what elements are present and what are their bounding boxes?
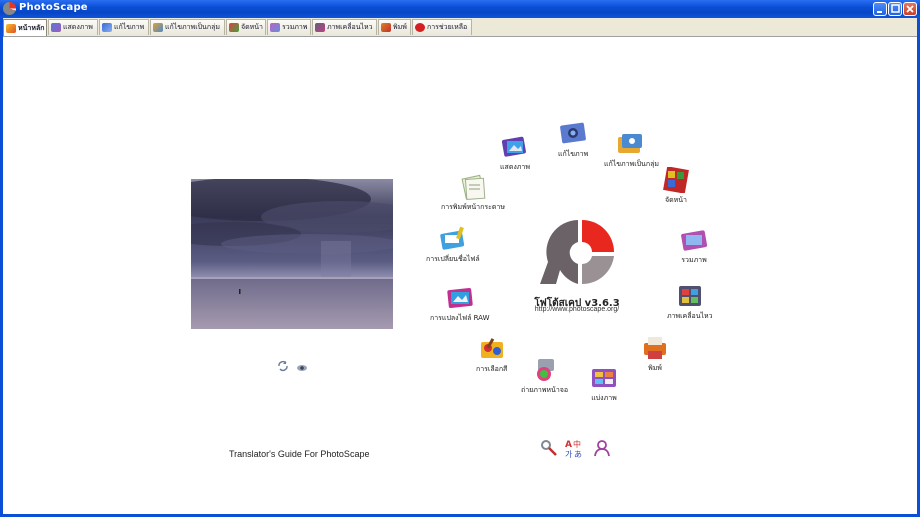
menu-label: แสดงภาพ bbox=[500, 163, 530, 171]
batch-editor-tab-icon bbox=[153, 23, 163, 32]
tab-bar: หน้าหลัก แสดงภาพ แก้ไขภาพ แก้ไขภาพเป็นกล… bbox=[3, 18, 917, 37]
menu-splitter[interactable]: แบ่งภาพ bbox=[589, 365, 619, 404]
tab-viewer[interactable]: แสดงภาพ bbox=[48, 19, 98, 35]
featured-photo bbox=[191, 179, 393, 329]
print-tab-icon bbox=[381, 23, 391, 32]
svg-text:中: 中 bbox=[573, 439, 581, 449]
help-tab-icon bbox=[415, 23, 425, 32]
menu-label: แบ่งภาพ bbox=[591, 394, 617, 402]
home-panel bbox=[3, 37, 917, 514]
tab-editor[interactable]: แก้ไขภาพ bbox=[99, 19, 149, 35]
tab-label: จัดหน้า bbox=[241, 23, 263, 31]
editor-tab-icon bbox=[102, 23, 112, 32]
menu-print[interactable]: พิมพ์ bbox=[640, 335, 670, 374]
window-title: PhotoScape bbox=[19, 2, 88, 13]
menu-label: การเลือกสี bbox=[476, 365, 508, 373]
home-tab-icon bbox=[6, 23, 16, 33]
tab-label: รวมภาพ bbox=[282, 23, 308, 31]
tab-home[interactable]: หน้าหลัก bbox=[3, 19, 47, 36]
rename-icon bbox=[438, 226, 468, 252]
combine-icon bbox=[679, 227, 709, 253]
splitter-icon bbox=[589, 365, 619, 391]
animated-gif-tab-icon bbox=[315, 23, 325, 32]
svg-text:あ: あ bbox=[574, 450, 582, 458]
view-photo-icon[interactable] bbox=[296, 358, 308, 377]
menu-label: จัดหน้า bbox=[665, 196, 687, 204]
batch-editor-icon bbox=[616, 131, 646, 157]
menu-label: การแปลงไฟล์ RAW bbox=[430, 314, 490, 322]
title-bar: PhotoScape bbox=[0, 0, 920, 18]
menu-label: แก้ไขภาพเป็นกลุ่ม bbox=[604, 160, 659, 168]
viewer-tab-icon bbox=[51, 23, 61, 32]
page-icon bbox=[661, 166, 691, 194]
tab-help[interactable]: การช่วยเหลือ bbox=[412, 19, 472, 35]
menu-editor[interactable]: แก้ไขภาพ bbox=[558, 121, 588, 160]
menu-label: ถ่ายภาพหน้าจอ bbox=[521, 386, 569, 394]
tab-print[interactable]: พิมพ์ bbox=[378, 19, 411, 35]
app-icon bbox=[3, 2, 16, 15]
svg-text:A: A bbox=[565, 440, 572, 450]
menu-animated-gif[interactable]: ภาพเคลื่อนไหว bbox=[667, 283, 713, 322]
tab-label: แสดงภาพ bbox=[63, 23, 93, 31]
menu-batch-editor[interactable]: แก้ไขภาพเป็นกลุ่ม bbox=[604, 131, 659, 170]
svg-text:가: 가 bbox=[565, 450, 573, 458]
tab-batch-editor[interactable]: แก้ไขภาพเป็นกลุ่ม bbox=[150, 19, 225, 35]
menu-label: ภาพเคลื่อนไหว bbox=[667, 312, 713, 320]
tab-label: แก้ไขภาพ bbox=[114, 23, 145, 31]
paper-print-icon bbox=[458, 174, 488, 200]
menu-rename[interactable]: การเปลี่ยนชื่อไฟล์ bbox=[426, 226, 480, 265]
language-icon[interactable]: A中가あ bbox=[565, 438, 585, 462]
animated-gif-icon bbox=[675, 283, 705, 309]
tab-label: การช่วยเหลือ bbox=[427, 23, 468, 31]
menu-raw-converter[interactable]: การแปลงไฟล์ RAW bbox=[430, 285, 490, 324]
tab-animated-gif[interactable]: ภาพเคลื่อนไหว bbox=[312, 19, 377, 35]
tab-label: แก้ไขภาพเป็นกลุ่ม bbox=[165, 23, 220, 31]
tab-label: พิมพ์ bbox=[393, 23, 407, 31]
screen-capture-icon bbox=[530, 357, 560, 383]
menu-viewer[interactable]: แสดงภาพ bbox=[500, 134, 530, 173]
refresh-icon[interactable] bbox=[277, 357, 289, 376]
tab-combine[interactable]: รวมภาพ bbox=[267, 19, 311, 35]
page-tab-icon bbox=[229, 23, 239, 32]
menu-label: รวมภาพ bbox=[681, 256, 707, 264]
translators-guide-link[interactable]: Translator's Guide For PhotoScape bbox=[229, 449, 369, 459]
menu-color-picker[interactable]: การเลือกสี bbox=[476, 336, 507, 375]
menu-combine[interactable]: รวมภาพ bbox=[679, 227, 709, 266]
tools-icon[interactable] bbox=[540, 439, 558, 461]
viewer-icon bbox=[500, 134, 530, 160]
website-link[interactable]: http://www.photoscape.org/ bbox=[525, 306, 629, 313]
tab-page[interactable]: จัดหน้า bbox=[226, 19, 266, 35]
menu-label: พิมพ์ bbox=[648, 364, 662, 372]
maximize-button[interactable] bbox=[888, 2, 902, 16]
tab-label: หน้าหลัก bbox=[18, 23, 45, 32]
menu-label: แก้ไขภาพ bbox=[558, 150, 589, 158]
menu-screen-capture[interactable]: ถ่ายภาพหน้าจอ bbox=[521, 357, 568, 396]
menu-paper-print[interactable]: การพิมพ์หน้ากระดาษ bbox=[441, 174, 505, 213]
raw-converter-icon bbox=[445, 285, 475, 311]
close-button[interactable] bbox=[903, 2, 917, 16]
editor-icon bbox=[558, 121, 588, 147]
photoscape-logo bbox=[534, 218, 618, 286]
minimize-button[interactable] bbox=[873, 2, 887, 16]
menu-page[interactable]: จัดหน้า bbox=[661, 166, 691, 206]
combine-tab-icon bbox=[270, 23, 280, 32]
color-picker-icon bbox=[477, 336, 507, 362]
menu-label: การพิมพ์หน้ากระดาษ bbox=[441, 203, 505, 211]
menu-label: การเปลี่ยนชื่อไฟล์ bbox=[426, 255, 480, 263]
tab-label: ภาพเคลื่อนไหว bbox=[327, 23, 373, 31]
print-icon bbox=[640, 335, 670, 361]
user-icon[interactable] bbox=[593, 439, 611, 461]
